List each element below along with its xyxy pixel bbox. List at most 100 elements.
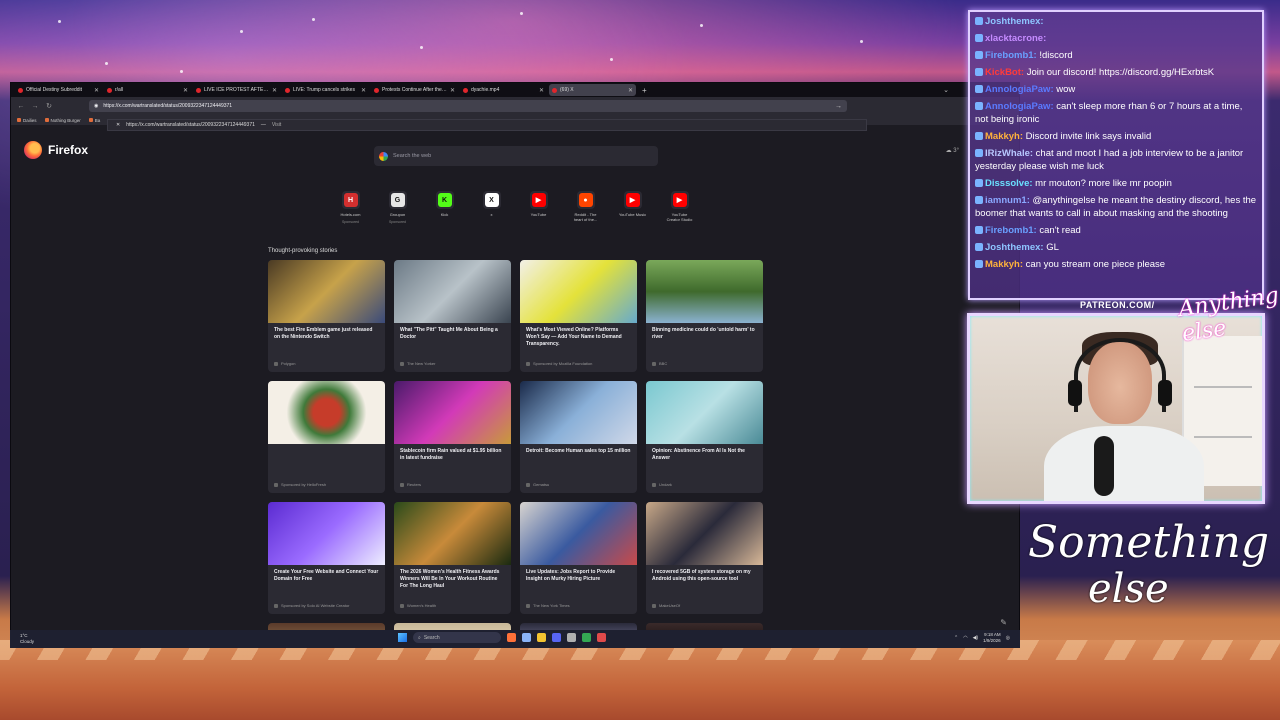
story-card[interactable]: Live Updates: Jobs Report to Provide Ins…	[520, 502, 637, 614]
story-title[interactable]: Stablecoin firm Rain valued at $1.95 bil…	[394, 444, 511, 462]
story-card[interactable]: Sponsored by HelloFresh	[268, 381, 385, 493]
story-card[interactable]: Stablecoin firm Rain valued at $1.95 bil…	[394, 381, 511, 493]
site-info-icon[interactable]: ◉	[94, 103, 98, 109]
obs-app-icon[interactable]	[597, 633, 606, 642]
browser-tab[interactable]: Official Destiny Subreddit ✕	[15, 84, 102, 96]
shortcut-tile[interactable]: ● Reddit - The heart of the...	[571, 191, 600, 224]
shortcut-icon: K	[437, 193, 452, 207]
shortcut-tile[interactable]: K Kick	[430, 191, 459, 224]
go-arrow-icon[interactable]: →	[835, 103, 842, 110]
chat-username[interactable]: Firebomb1:	[985, 225, 1037, 236]
shortcut-tile[interactable]: Xx	[477, 191, 506, 224]
taskbar-weather[interactable]: 1°C Cloudy	[20, 633, 34, 645]
chevron-up-icon[interactable]: ⌃	[954, 635, 958, 641]
edit-pencil-icon[interactable]: ✎	[1000, 618, 1007, 627]
search-box[interactable]: Search the web	[374, 146, 658, 166]
browser-tab[interactable]: (69) X ✕	[549, 84, 636, 96]
tab-close-icon[interactable]: ✕	[361, 87, 366, 94]
story-title[interactable]: Create Your Free Website and Connect You…	[268, 565, 385, 583]
search-icon: ⌕	[418, 634, 421, 641]
chat-username[interactable]: iamnum1:	[985, 195, 1030, 206]
chrome-app-icon[interactable]	[582, 633, 591, 642]
wifi-icon[interactable]: ◠	[963, 635, 967, 641]
story-title[interactable]: Detroit: Become Human sales top 15 milli…	[520, 444, 637, 455]
new-tab-plus-icon[interactable]: +	[642, 86, 647, 95]
chat-username[interactable]: AnnoIogiaPaw:	[985, 101, 1054, 112]
shortcut-tile[interactable]: G Groupon Sponsored	[383, 191, 412, 224]
story-card[interactable]: Create Your Free Website and Connect You…	[268, 502, 385, 614]
url-text[interactable]: https://x.com/wartranslated/status/20093…	[103, 103, 232, 109]
story-title[interactable]: I recovered 5GB of system storage on my …	[646, 565, 763, 583]
story-card[interactable]: Detroit: Become Human sales top 15 milli…	[520, 381, 637, 493]
url-suggestion-row[interactable]: ✕ https://x.com/wartranslated/status/200…	[107, 119, 867, 131]
chat-username[interactable]: AnnoIogiaPaw:	[985, 84, 1054, 95]
story-card[interactable]: Opinion: Abstinence From AI Is Not the A…	[646, 381, 763, 493]
forward-icon[interactable]: →	[31, 103, 39, 110]
tab-close-icon[interactable]: ✕	[272, 87, 277, 94]
chat-username[interactable]: KickBot:	[985, 67, 1024, 78]
close-icon[interactable]: ✕	[116, 122, 120, 128]
story-source-label: Gematsu	[533, 482, 550, 487]
story-card[interactable]: The 2026 Women's Health Fitness Awards W…	[394, 502, 511, 614]
bookmark-item[interactable]: Dailies	[17, 118, 37, 123]
shortcut-tile[interactable]: ▶ YouTube	[524, 191, 553, 224]
shortcut-frame: K	[435, 191, 454, 209]
story-title[interactable]: The 2026 Women's Health Fitness Awards W…	[394, 565, 511, 590]
tab-close-icon[interactable]: ✕	[183, 87, 188, 94]
back-icon[interactable]: ←	[17, 103, 25, 110]
story-title[interactable]: Live Updates: Jobs Report to Provide Ins…	[520, 565, 637, 583]
folder-app-icon[interactable]	[537, 633, 546, 642]
browser-tab[interactable]: LIVE: Trump cancels strikes ✕	[282, 84, 369, 96]
bookmark-item[interactable]: Ba	[88, 118, 100, 123]
story-title[interactable]: Binning medicine could do 'untold harm' …	[646, 323, 763, 341]
story-source-label: BBC	[659, 361, 668, 366]
suggestion-url[interactable]: https://x.com/wartranslated/status/20093…	[126, 122, 255, 128]
chat-username[interactable]: Joshthemex:	[985, 242, 1044, 253]
story-title[interactable]: Opinion: Abstinence From AI Is Not the A…	[646, 444, 763, 462]
user-badge-icon	[975, 68, 983, 77]
tab-close-icon[interactable]: ✕	[450, 87, 455, 94]
story-card[interactable]: The best Fire Emblem game just released …	[268, 260, 385, 372]
notification-icon[interactable]: ◎	[1006, 635, 1010, 641]
story-source-label: The New York Times	[533, 603, 570, 608]
chat-username[interactable]: IRizWhale:	[985, 148, 1033, 159]
story-card[interactable]: Binning medicine could do 'untold harm' …	[646, 260, 763, 372]
chat-username[interactable]: Firebomb1:	[985, 50, 1037, 61]
tab-close-icon[interactable]: ✕	[539, 87, 544, 94]
story-title[interactable]: The best Fire Emblem game just released …	[268, 323, 385, 341]
browser-tab[interactable]: r/all ✕	[104, 84, 191, 96]
chat-username[interactable]: Makkyh:	[985, 259, 1023, 270]
bookmark-item[interactable]: Nothing Burger	[44, 118, 81, 123]
browser-tab[interactable]: dyachie.mp4 ✕	[460, 84, 547, 96]
discord-app-icon[interactable]	[552, 633, 561, 642]
explorer-app-icon[interactable]	[522, 633, 531, 642]
shortcut-tile[interactable]: ▶ YouTube Creator Studio	[665, 191, 694, 224]
chat-username[interactable]: Makkyh:	[985, 131, 1023, 142]
chat-username[interactable]: Joshthemex:	[985, 16, 1044, 27]
browser-tab[interactable]: Protests Continue After the ICE ✕	[371, 84, 458, 96]
story-card[interactable]: I recovered 5GB of system storage on my …	[646, 502, 763, 614]
story-card[interactable]: What's Most Viewed Online? Platforms Won…	[520, 260, 637, 372]
firefox-app-icon[interactable]	[507, 633, 516, 642]
clock[interactable]: 9:18 AM 1/9/2026	[983, 632, 1001, 644]
story-title[interactable]	[268, 444, 385, 448]
url-bar[interactable]: ◉ https://x.com/wartranslated/status/200…	[89, 100, 847, 112]
story-title[interactable]: What's Most Viewed Online? Platforms Won…	[520, 323, 637, 348]
app-icon[interactable]	[567, 633, 576, 642]
shortcut-tile[interactable]: ▶ YouTube Music	[618, 191, 647, 224]
tab-list-chevron-icon[interactable]: ⌄	[943, 86, 949, 94]
story-title[interactable]: What "The Pitt" Taught Me About Being a …	[394, 323, 511, 341]
windows-start-icon[interactable]	[398, 633, 407, 642]
weather-widget[interactable]: ☁ 3°	[946, 147, 959, 154]
tab-favicon-icon	[285, 87, 290, 93]
story-card[interactable]: What "The Pitt" Taught Me About Being a …	[394, 260, 511, 372]
taskbar-search[interactable]: ⌕ Search	[413, 632, 501, 643]
browser-tab[interactable]: LIVE ICE PROTEST AFTER MURI✕	[193, 84, 280, 96]
volume-icon[interactable]: ◀)	[973, 635, 979, 641]
shortcut-tile[interactable]: H Hotels.com Sponsored	[336, 191, 365, 224]
chat-username[interactable]: Disssolve:	[985, 178, 1033, 189]
tab-close-icon[interactable]: ✕	[94, 87, 99, 94]
chat-username[interactable]: xlacktacrone:	[985, 33, 1046, 44]
reload-icon[interactable]: ↻	[45, 102, 53, 110]
tab-close-icon[interactable]: ✕	[628, 87, 633, 94]
